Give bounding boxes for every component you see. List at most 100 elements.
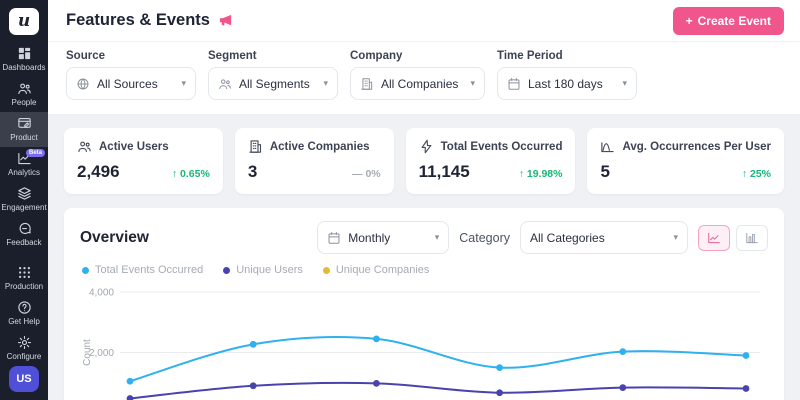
- stat-delta: ↑ 19.98%: [519, 168, 563, 180]
- filter-bar: Source All Sources ▾ Segment All Segment…: [48, 42, 800, 114]
- megaphone-icon: [218, 13, 233, 28]
- stat-value: 2,496: [77, 162, 120, 182]
- legend-item-unique-users[interactable]: Unique Users: [223, 264, 303, 276]
- sidebar-item-feedback[interactable]: Feedback: [0, 217, 48, 252]
- engagement-layers-icon: [17, 186, 32, 201]
- sidebar-item-people[interactable]: People: [0, 77, 48, 112]
- filter-label: Source: [66, 50, 196, 62]
- sidebar-item-label: Feedback: [6, 238, 41, 247]
- chart-legend: Total Events Occurred Unique Users Uniqu…: [80, 264, 768, 276]
- chevron-down-icon: ▾: [323, 78, 328, 89]
- help-icon: [17, 300, 32, 315]
- trend-up-icon: ↑: [519, 168, 524, 180]
- people-icon: [17, 81, 32, 96]
- product-window-icon: [17, 116, 32, 131]
- calendar-icon: [507, 77, 521, 91]
- legend-item-unique-companies[interactable]: Unique Companies: [323, 264, 430, 276]
- chevron-down-icon: ▾: [435, 232, 440, 243]
- category-label: Category: [459, 231, 510, 245]
- sidebar-item-label: Engagement: [1, 203, 46, 212]
- filter-source: Source All Sources ▾: [66, 50, 196, 100]
- building-icon: [360, 77, 374, 91]
- sidebar-item-get-help[interactable]: Get Help: [0, 296, 48, 331]
- sidebar-item-configure[interactable]: Configure: [0, 331, 48, 366]
- stat-card-active-users: Active Users 2,496 ↑ 0.65%: [64, 128, 223, 194]
- sidebar-item-label: Product: [10, 133, 38, 142]
- sidebar-item-production[interactable]: Production: [0, 261, 48, 296]
- overview-card: Overview Monthly ▾ Category All Categori…: [64, 208, 784, 400]
- chevron-down-icon: ▾: [622, 78, 627, 89]
- filter-label: Company: [350, 50, 485, 62]
- production-dots-icon: [17, 265, 32, 280]
- legend-item-total-events[interactable]: Total Events Occurred: [82, 264, 203, 276]
- stats-row: Active Users 2,496 ↑ 0.65% Active Compan…: [48, 114, 800, 194]
- filter-label: Time Period: [497, 50, 637, 62]
- main-content: Features & Events + Create Event Source …: [48, 0, 800, 400]
- user-avatar[interactable]: US: [9, 366, 39, 393]
- source-select[interactable]: All Sources ▾: [66, 67, 196, 100]
- calendar-icon: [327, 231, 341, 245]
- bar-chart-toggle-button[interactable]: [736, 225, 768, 251]
- trend-up-icon: ↑: [172, 168, 177, 180]
- sidebar-item-label: Production: [5, 282, 43, 291]
- overview-line-chart[interactable]: 02,0004,000CountAug 2023Sep 2023Oct 2023…: [80, 280, 768, 400]
- sidebar-item-label: Analytics: [8, 168, 40, 177]
- stat-value: 5: [600, 162, 609, 182]
- sidebar: u Dashboards People Product Beta Analyti…: [0, 0, 48, 400]
- svg-text:Count: Count: [82, 339, 93, 366]
- trend-flat-icon: —: [352, 168, 363, 180]
- sidebar-item-label: Get Help: [8, 317, 40, 326]
- stat-delta: — 0%: [352, 168, 381, 180]
- sidebar-item-product[interactable]: Product: [0, 112, 48, 147]
- interval-select[interactable]: Monthly ▾: [317, 221, 449, 254]
- filter-label: Segment: [208, 50, 338, 62]
- gear-icon: [17, 335, 32, 350]
- time-period-select[interactable]: Last 180 days ▾: [497, 67, 637, 100]
- stat-label: Active Users: [99, 141, 169, 153]
- sidebar-item-label: Configure: [7, 352, 42, 361]
- stat-delta: ↑ 0.65%: [172, 168, 210, 180]
- stat-label: Total Events Occurred: [441, 141, 563, 153]
- chevron-down-icon: ▾: [470, 78, 475, 89]
- dashboards-grid-icon: [17, 46, 32, 61]
- create-event-button[interactable]: + Create Event: [673, 7, 784, 35]
- filter-time-period: Time Period Last 180 days ▾: [497, 50, 637, 100]
- stat-card-active-companies: Active Companies 3 — 0%: [235, 128, 394, 194]
- category-select[interactable]: All Categories ▾: [520, 221, 688, 254]
- userpilot-logo[interactable]: u: [9, 8, 39, 35]
- segment-select[interactable]: All Segments ▾: [208, 67, 338, 100]
- filter-company: Company All Companies ▾: [350, 50, 485, 100]
- chevron-down-icon: ▾: [673, 232, 678, 243]
- company-select[interactable]: All Companies ▾: [350, 67, 485, 100]
- page-title: Features & Events: [66, 11, 210, 30]
- sidebar-item-label: Dashboards: [2, 63, 45, 72]
- chart-type-toggle: [698, 225, 768, 251]
- globe-icon: [76, 77, 90, 91]
- legend-dot: [82, 267, 89, 274]
- sidebar-item-label: People: [12, 98, 37, 107]
- filter-segment: Segment All Segments ▾: [208, 50, 338, 100]
- chevron-down-icon: ▾: [181, 78, 186, 89]
- svg-text:4,000: 4,000: [89, 288, 114, 299]
- bar-chart-icon: [744, 231, 760, 245]
- bolt-icon: [419, 139, 434, 154]
- stat-delta: ↑ 25%: [742, 168, 771, 180]
- sidebar-item-dashboards[interactable]: Dashboards: [0, 42, 48, 77]
- feedback-chat-icon: [17, 221, 32, 236]
- legend-dot: [323, 267, 330, 274]
- segment-users-icon: [218, 77, 232, 91]
- trend-up-icon: ↑: [742, 168, 747, 180]
- building-icon: [248, 139, 263, 154]
- sidebar-item-analytics[interactable]: Beta Analytics: [0, 147, 48, 182]
- overview-title: Overview: [80, 229, 149, 247]
- stat-value: 11,145: [419, 162, 470, 182]
- stat-label: Avg. Occurrences Per User: [622, 141, 771, 153]
- line-chart-toggle-button[interactable]: [698, 225, 730, 251]
- topbar: Features & Events + Create Event: [48, 0, 800, 42]
- line-chart-icon: [706, 231, 722, 245]
- beta-badge: Beta: [26, 149, 45, 157]
- users-icon: [77, 139, 92, 154]
- stat-label: Active Companies: [270, 141, 370, 153]
- sidebar-item-engagement[interactable]: Engagement: [0, 182, 48, 217]
- stat-card-total-events: Total Events Occurred 11,145 ↑ 19.98%: [406, 128, 576, 194]
